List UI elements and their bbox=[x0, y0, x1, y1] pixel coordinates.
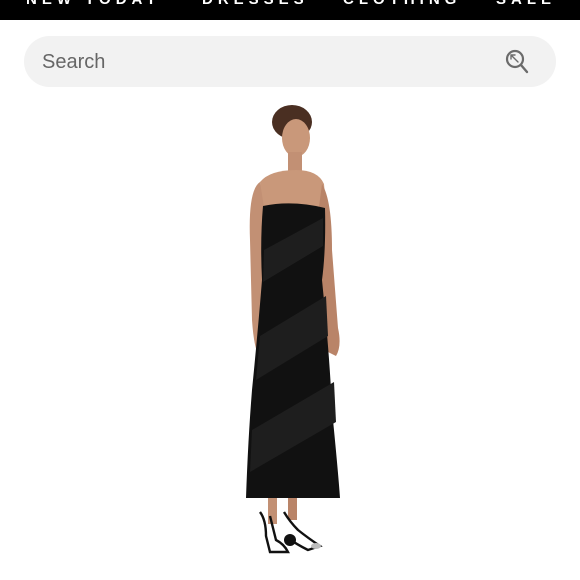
model-face bbox=[282, 119, 310, 157]
nav-item-new-today[interactable]: NEW TODAY bbox=[26, 0, 161, 8]
nav-item-sale[interactable]: SALE bbox=[496, 0, 556, 8]
nav-item-dresses[interactable]: DRESSES bbox=[202, 0, 309, 8]
shoe-heel bbox=[284, 534, 296, 546]
model-right-leg bbox=[288, 498, 297, 520]
top-nav: NEW TODAY DRESSES CLOTHING SALE bbox=[0, 0, 580, 20]
nav-item-clothing[interactable]: CLOTHING bbox=[343, 0, 461, 8]
model-shoulders bbox=[260, 170, 326, 208]
search-input[interactable] bbox=[40, 36, 484, 89]
search-icon[interactable] bbox=[502, 47, 532, 77]
shoe-heel-reflection bbox=[311, 543, 321, 549]
model-left-leg bbox=[268, 498, 277, 524]
product-image[interactable] bbox=[160, 100, 420, 570]
search-bar bbox=[24, 36, 556, 89]
